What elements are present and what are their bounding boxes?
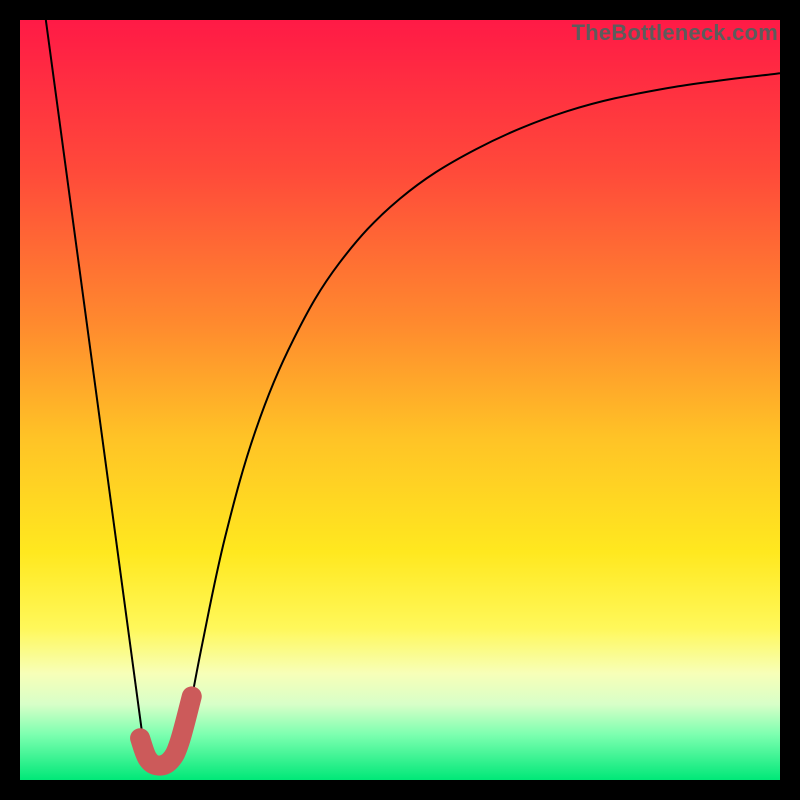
chart-svg: [20, 20, 780, 780]
watermark-text: TheBottleneck.com: [572, 20, 778, 46]
plot-area: TheBottleneck.com: [20, 20, 780, 780]
chart-frame: TheBottleneck.com: [0, 0, 800, 800]
